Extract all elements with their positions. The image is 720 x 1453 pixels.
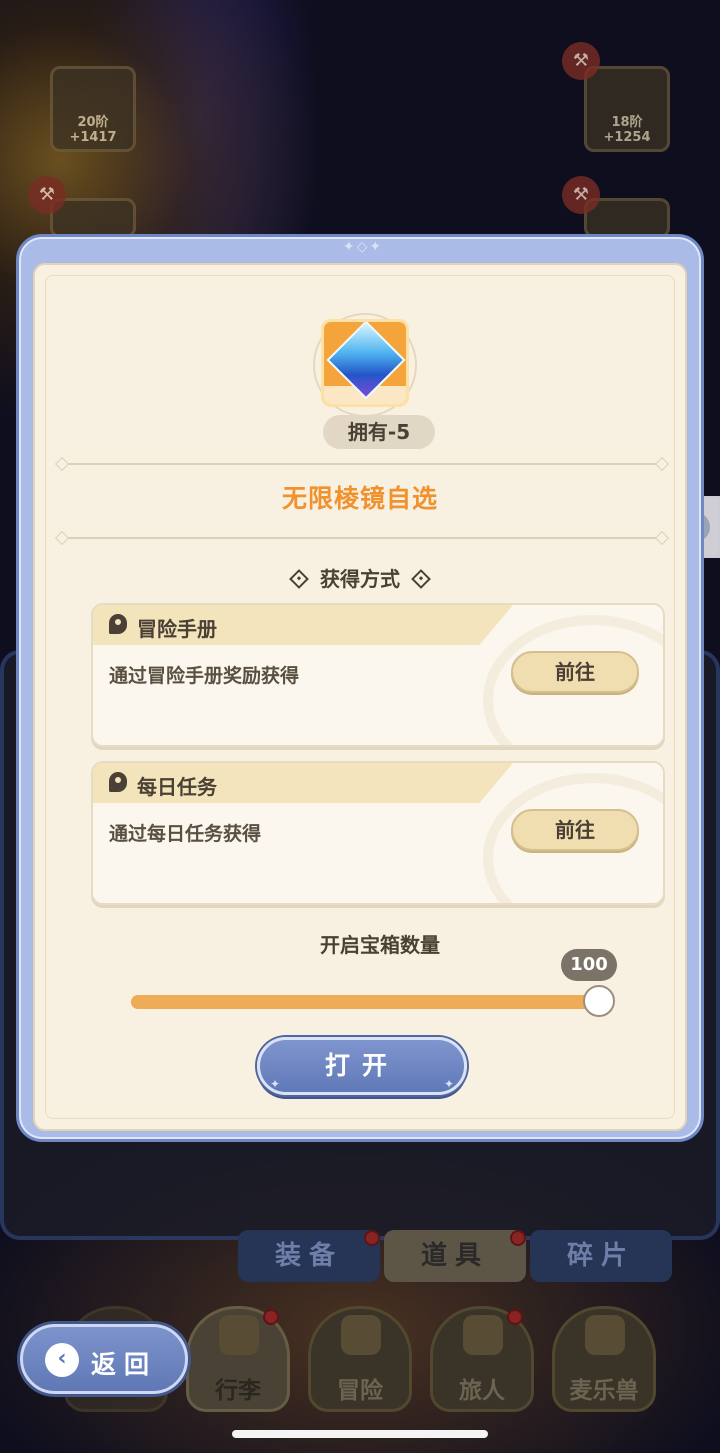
quantity-slider[interactable]	[131, 985, 615, 1017]
notification-dot	[263, 1309, 279, 1325]
home-indicator	[232, 1430, 488, 1438]
traveler-icon	[463, 1315, 503, 1355]
owned-count-badge: 拥有-5	[323, 415, 435, 449]
tab-equipment[interactable]: 装备	[238, 1230, 380, 1282]
diamond-icon	[411, 568, 431, 589]
slider-thumb[interactable]	[583, 985, 615, 1017]
divider	[65, 463, 659, 465]
open-quantity-label: 开启宝箱数量	[320, 933, 440, 957]
slider-fill	[131, 995, 599, 1009]
goto-button[interactable]: 前往	[511, 651, 639, 693]
notification-dot	[507, 1309, 523, 1325]
item-title: 无限棱镜自选	[281, 484, 438, 513]
back-arrow-icon: ‹	[45, 1343, 79, 1377]
nav-label: 行李	[215, 1378, 261, 1404]
nav-label: 旅人	[459, 1378, 505, 1404]
hammer-icon[interactable]: ⚒	[562, 42, 600, 80]
equip-slot-level: 20阶+1417	[69, 115, 117, 145]
open-chest-button[interactable]: ✦ 打开 ✦	[257, 1037, 467, 1095]
card-title: 冒险手册	[137, 617, 217, 641]
item-detail-modal: ✦◇✦ 拥有-5 无限棱镜自选 获得方式 冒险手册 通过冒险手册奖励获得 前往 …	[16, 234, 704, 1142]
luggage-icon	[219, 1315, 259, 1355]
tab-items[interactable]: 道具	[384, 1230, 526, 1282]
source-card-adventure-handbook: 冒险手册 通过冒险手册奖励获得 前往	[91, 603, 665, 747]
source-card-daily-tasks: 每日任务 通过每日任务获得 前往	[91, 761, 665, 905]
item-icon-prism-cube	[321, 319, 409, 407]
hammer-icon[interactable]: ⚒	[562, 176, 600, 214]
crossed-swords-icon	[341, 1315, 381, 1355]
nav-label: 冒险	[337, 1378, 383, 1404]
equip-slot-bow[interactable]: 20阶+1417	[50, 66, 136, 152]
modal-content: 拥有-5 无限棱镜自选 获得方式 冒险手册 通过冒险手册奖励获得 前往 每日任务…	[33, 263, 687, 1131]
card-title: 每日任务	[137, 775, 217, 799]
nav-item-adventure[interactable]: 冒险	[308, 1306, 412, 1412]
equip-slot-level: 18阶+1254	[603, 115, 651, 145]
card-description: 通过每日任务获得	[109, 823, 262, 845]
nav-item-luggage[interactable]: 行李	[186, 1306, 290, 1412]
open-button-label: 打开	[324, 1051, 399, 1080]
notification-dot	[510, 1230, 526, 1246]
bookmark-icon	[109, 614, 127, 634]
pet-icon	[585, 1315, 625, 1355]
quantity-value-bubble: 100	[561, 949, 617, 981]
nav-item-pets[interactable]: 麦乐兽	[552, 1306, 656, 1412]
card-description: 通过冒险手册奖励获得	[109, 665, 300, 687]
back-button[interactable]: ‹ 返回	[20, 1324, 188, 1394]
inventory-tabs: 装备 道具 碎片	[238, 1230, 678, 1286]
bookmark-icon	[109, 772, 127, 792]
diamond-icon	[289, 568, 309, 589]
modal-ornament: ✦◇✦	[342, 239, 384, 255]
nav-label: 麦乐兽	[569, 1378, 639, 1404]
acquisition-section-title: 获得方式	[35, 563, 685, 592]
divider	[65, 537, 659, 539]
back-label: 返回	[91, 1350, 158, 1379]
notification-dot	[364, 1230, 380, 1246]
tab-fragments[interactable]: 碎片	[530, 1230, 672, 1282]
goto-button[interactable]: 前往	[511, 809, 639, 851]
equip-slot-helmet[interactable]: 18阶+1254	[584, 66, 670, 152]
nav-item-travelers[interactable]: 旅人	[430, 1306, 534, 1412]
hammer-icon[interactable]: ⚒	[28, 176, 66, 214]
